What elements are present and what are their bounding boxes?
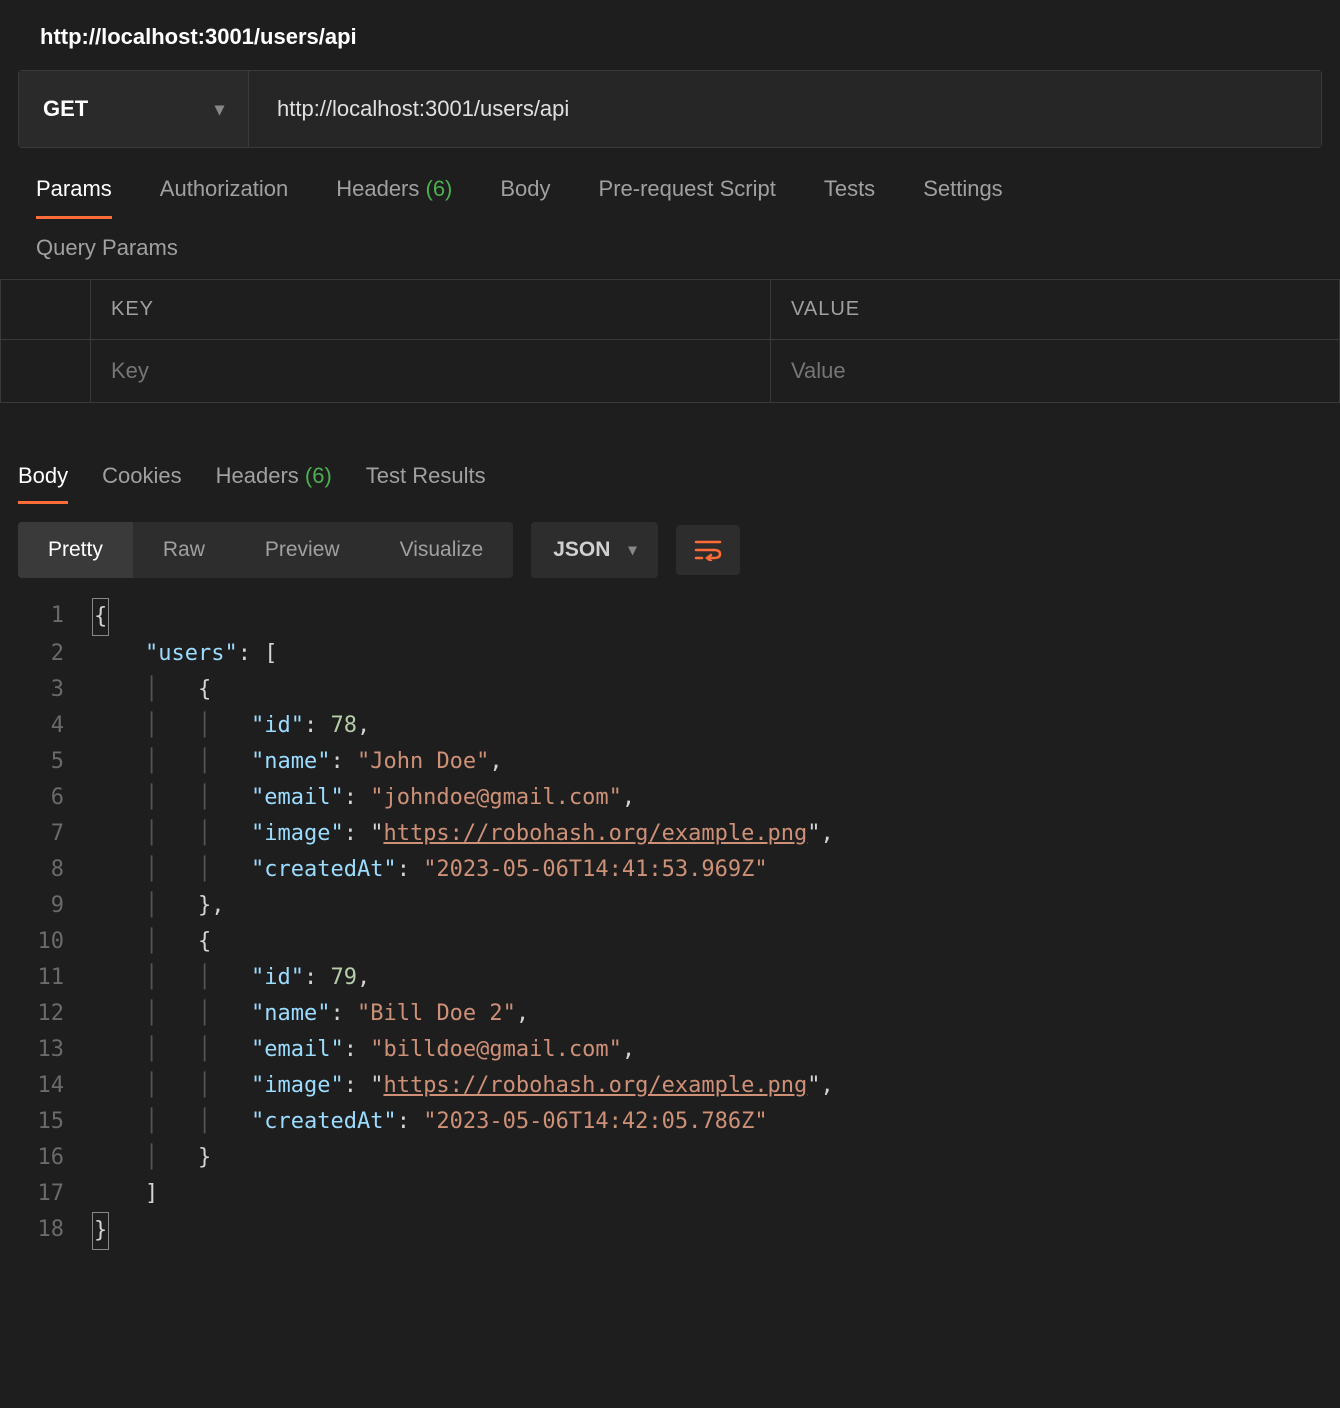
line-number: 12 [18,996,92,1032]
request-tab-authorization[interactable]: Authorization [160,176,288,219]
code-line: 17 ] [18,1176,1322,1212]
view-mode-visualize[interactable]: Visualize [370,522,514,578]
http-method-value: GET [43,96,88,122]
format-value: JSON [553,538,610,562]
code-content: │ { [92,924,211,960]
code-line: 14 │ │ "image": "https://robohash.org/ex… [18,1068,1322,1104]
request-tab-params[interactable]: Params [36,176,112,219]
code-line: 11 │ │ "id": 79, [18,960,1322,996]
request-tab-tests[interactable]: Tests [824,176,875,219]
code-line: 4 │ │ "id": 78, [18,708,1322,744]
line-number: 9 [18,888,92,924]
line-number: 5 [18,744,92,780]
wrap-icon [694,539,722,561]
params-checkbox-header [1,280,91,340]
params-value-header: VALUE [771,280,1340,340]
line-number: 17 [18,1176,92,1212]
code-content: │ │ "name": "Bill Doe 2", [92,996,529,1032]
params-value-input[interactable] [791,358,1319,384]
code-line: 16 │ } [18,1140,1322,1176]
code-content: │ │ "createdAt": "2023-05-06T14:41:53.96… [92,852,768,888]
code-content: │ │ "image": "https://robohash.org/examp… [92,1068,834,1104]
response-tab-cookies[interactable]: Cookies [102,463,181,504]
query-params-table: KEY VALUE [0,279,1340,403]
code-line: 9 │ }, [18,888,1322,924]
code-content: │ }, [92,888,224,924]
view-mode-group: PrettyRawPreviewVisualize [18,522,513,578]
chevron-down-icon: ▾ [628,540,636,560]
line-number: 10 [18,924,92,960]
response-tab-body[interactable]: Body [18,463,68,504]
code-content: │ │ "id": 79, [92,960,370,996]
http-method-select[interactable]: GET ▾ [19,71,249,147]
request-tab-body[interactable]: Body [500,176,550,219]
line-number: 18 [18,1212,92,1250]
code-content: │ │ "email": "johndoe@gmail.com", [92,780,635,816]
view-mode-preview[interactable]: Preview [235,522,370,578]
url-input[interactable] [249,71,1321,147]
request-tab-pre-request-script[interactable]: Pre-request Script [599,176,776,219]
params-row-checkbox[interactable] [1,340,91,403]
params-row [1,340,1340,403]
code-line: 3 │ { [18,672,1322,708]
params-key-input[interactable] [111,358,750,384]
view-mode-raw[interactable]: Raw [133,522,235,578]
line-number: 6 [18,780,92,816]
code-line: 2 "users": [ [18,636,1322,672]
response-body-code[interactable]: 1{2 "users": [3 │ {4 │ │ "id": 78,5 │ │ … [0,590,1340,1258]
line-number: 4 [18,708,92,744]
response-tab-headers[interactable]: Headers (6) [216,463,332,504]
tab-count: (6) [299,463,332,488]
response-tab-test-results[interactable]: Test Results [366,463,486,504]
line-number: 2 [18,636,92,672]
code-content: ] [92,1176,158,1212]
code-line: 1{ [18,598,1322,636]
code-content: │ │ "image": "https://robohash.org/examp… [92,816,834,852]
line-number: 13 [18,1032,92,1068]
request-tab-title: http://localhost:3001/users/api [0,0,1340,70]
response-toolbar: PrettyRawPreviewVisualize JSON ▾ [0,504,1340,590]
code-content: │ │ "createdAt": "2023-05-06T14:42:05.78… [92,1104,768,1140]
code-line: 10 │ { [18,924,1322,960]
line-number: 3 [18,672,92,708]
code-content: "users": [ [92,636,277,672]
code-line: 7 │ │ "image": "https://robohash.org/exa… [18,816,1322,852]
request-row: GET ▾ [18,70,1322,148]
code-content: │ │ "email": "billdoe@gmail.com", [92,1032,635,1068]
code-line: 18} [18,1212,1322,1250]
code-line: 12 │ │ "name": "Bill Doe 2", [18,996,1322,1032]
code-line: 5 │ │ "name": "John Doe", [18,744,1322,780]
line-number: 8 [18,852,92,888]
line-number: 15 [18,1104,92,1140]
code-content: } [92,1212,109,1250]
code-line: 15 │ │ "createdAt": "2023-05-06T14:42:05… [18,1104,1322,1140]
code-content: │ { [92,672,211,708]
line-number: 14 [18,1068,92,1104]
request-tab-headers[interactable]: Headers (6) [336,176,452,219]
request-tabs: Params Authorization Headers (6) Body Pre-re… [0,148,1340,219]
format-select[interactable]: JSON ▾ [531,522,658,578]
line-number: 16 [18,1140,92,1176]
line-number: 1 [18,598,92,636]
request-tab-settings[interactable]: Settings [923,176,1003,219]
response-tabs: Body Cookies Headers (6) Test Results [0,463,1340,504]
code-content: │ } [92,1140,211,1176]
wrap-lines-button[interactable] [676,525,740,575]
code-content: { [92,598,109,636]
params-key-header: KEY [91,280,771,340]
line-number: 7 [18,816,92,852]
line-number: 11 [18,960,92,996]
code-line: 13 │ │ "email": "billdoe@gmail.com", [18,1032,1322,1068]
tab-count: (6) [419,176,452,201]
code-content: │ │ "name": "John Doe", [92,744,503,780]
code-line: 8 │ │ "createdAt": "2023-05-06T14:41:53.… [18,852,1322,888]
query-params-label: Query Params [0,219,1340,279]
code-content: │ │ "id": 78, [92,708,370,744]
view-mode-pretty[interactable]: Pretty [18,522,133,578]
chevron-down-icon: ▾ [215,99,224,120]
code-line: 6 │ │ "email": "johndoe@gmail.com", [18,780,1322,816]
